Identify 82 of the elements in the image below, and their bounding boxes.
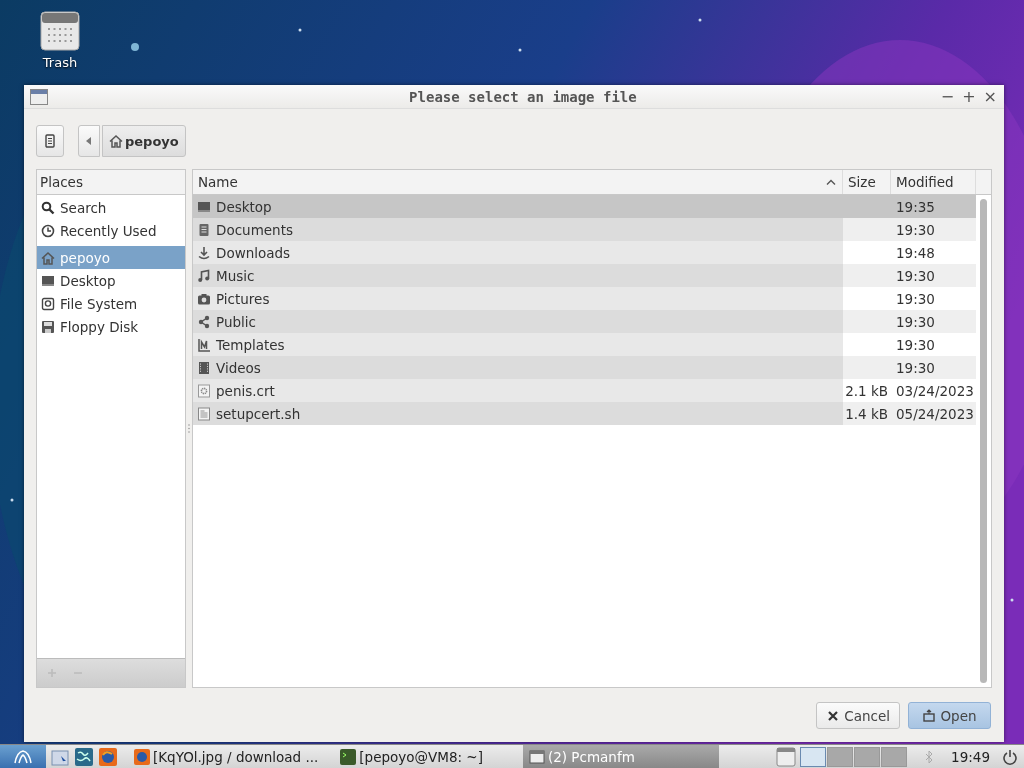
document-icon [43,134,57,148]
file-name: Templates [216,336,285,353]
column-header[interactable]: Modified [891,170,976,194]
cancel-button[interactable]: Cancel [816,702,900,729]
file-name: Documents [216,221,293,238]
modified-time: 19:35 [896,198,935,215]
open-button[interactable]: Open [908,702,991,729]
document-icon [197,222,211,237]
sort-up-icon [826,179,836,185]
bird-logo-icon [13,748,33,765]
gear-file-icon [197,383,211,398]
bluetooth-icon[interactable] [925,749,934,764]
close-icon [826,708,841,723]
sidebar-item[interactable]: Recently Used [37,219,185,242]
desktop-switcher[interactable] [800,746,827,767]
modified-time: 19:30 [896,290,935,307]
modified-time: 19:30 [896,267,935,284]
icon-label: Trash [42,55,78,70]
file-name: penis.crt [216,382,275,399]
file-size: 1.4 kB [845,405,888,422]
left-arrow-icon [86,137,92,145]
task-button[interactable]: [KqYOl.jpg / download ... [128,745,325,768]
window-control[interactable]: × [980,87,1000,106]
column-header[interactable]: Size [843,170,891,194]
camera-icon [197,291,211,306]
desktop-icon [41,273,55,288]
template-icon [197,337,211,352]
file-name: Downloads [216,244,291,261]
window-control[interactable]: + [959,87,979,106]
file-name: Videos [216,359,261,376]
house-icon [41,250,55,265]
back-button[interactable] [78,125,100,157]
task-button[interactable]: [pepoyo@VM8: ~] [334,745,489,768]
path-button[interactable]: pepoyo [102,125,186,157]
trash-icon[interactable] [39,10,81,52]
sidebar-item[interactable]: Floppy Disk [37,315,185,338]
clock-icon [41,223,55,238]
modified-time: 03/24/2023 [896,382,974,399]
modified-time: 19:30 [896,359,935,376]
window-icon[interactable] [776,746,797,767]
sidebar-item[interactable]: File System [37,292,185,315]
start-button[interactable] [0,745,46,768]
music-note-icon [197,268,211,283]
file-size: 2.1 kB [845,382,888,399]
window-icon [528,748,545,765]
browser-icon[interactable] [98,746,118,767]
sidebar-item[interactable]: Desktop [37,269,185,292]
desktop-switcher[interactable] [881,746,908,767]
scrollbar-thumb[interactable] [980,199,987,683]
download-icon [197,245,211,260]
window-title: Please select an image file [408,88,638,105]
column-header: Places [37,170,185,195]
location-toggle-button[interactable] [36,125,64,157]
column-header[interactable]: Name [193,170,843,194]
drive-icon [41,296,55,311]
file-name: Public [216,313,256,330]
file-name: Music [216,267,255,284]
modified-time: 19:30 [896,313,935,330]
text-file-icon [197,406,211,421]
power-icon[interactable] [1002,748,1018,765]
modified-time: 05/24/2023 [896,405,974,422]
terminal-icon [340,748,357,765]
file-name: setupcert.sh [216,405,301,422]
window-icon [30,88,48,105]
modified-time: 19:30 [896,221,935,238]
tray-icon [922,708,937,723]
modified-time: 19:30 [896,336,935,353]
desktop-switcher[interactable] [827,746,854,767]
film-icon [197,360,211,375]
desktop-switcher[interactable] [854,746,881,767]
house-icon [109,134,123,148]
modified-time: 19:48 [896,244,935,261]
window-control[interactable]: − [937,87,958,106]
file-name: Desktop [216,198,272,215]
clock[interactable]: 19:49 [951,748,990,765]
search-icon [41,200,55,215]
share-icon [197,314,211,329]
desktop-icon [197,199,211,214]
file-name: Pictures [216,290,270,307]
browser-icon [134,748,150,765]
sidebar-item[interactable]: Search [37,196,185,219]
floppy-icon [41,319,55,334]
